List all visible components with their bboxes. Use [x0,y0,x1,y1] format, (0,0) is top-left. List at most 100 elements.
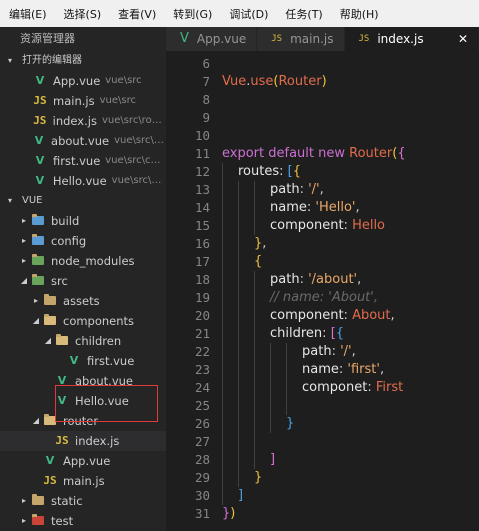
tree-file[interactable]: Vfirst.vue [0,351,166,371]
tab-index-js[interactable]: JS index.js ✕ [344,27,479,51]
chevron-right-icon[interactable]: ▸ [18,251,30,271]
code-line: 18 path: '/about', [166,271,479,289]
chevron-down-icon[interactable]: ◢ [30,311,42,331]
menu-item[interactable]: 帮助(H) [329,6,385,22]
menu-item[interactable]: 选择(S) [53,6,108,22]
code-line: 9 [166,109,479,127]
open-editor-path: vue\src [105,75,142,86]
code-line: 21 children: [{ [166,325,479,343]
menu-item[interactable]: 编辑(E) [0,6,53,22]
code-line: 17 { [166,253,479,271]
indent-guide [254,451,255,469]
js-file-icon: JS [55,434,69,447]
code-token: : [299,272,309,287]
code-token: 'first' [347,362,380,377]
folder-shape [44,314,56,325]
indent-guide [222,199,223,217]
open-editor-item[interactable]: V App.vue vue\src [0,71,166,91]
code-line: 30] [166,487,479,505]
code-text: component: About, [270,307,395,325]
code-token: , [262,236,267,251]
code-line: 23 name: 'first', [166,361,479,379]
chevron-right-icon[interactable]: ▸ [18,211,30,231]
code-token: name [270,200,307,215]
indent-guide [222,307,223,325]
tab-main-js[interactable]: JS main.js [257,27,345,51]
indent-guide [222,379,223,397]
chevron-down-icon[interactable]: ◢ [42,331,54,351]
code-editor[interactable]: 6 7 Vue.use(Router) 8 9 10 11 export default ne… [166,51,479,531]
chevron-down-icon[interactable]: ◢ [18,271,30,291]
indent-guide [238,343,239,361]
code-line: 26} [166,415,479,433]
code-text: path: '/', [270,181,324,199]
code-token: , [390,308,395,323]
code-text: } [254,469,262,487]
code-token: 'Hello' [315,200,356,215]
folder-shape [32,274,44,285]
explorer-title: 资源管理器 [20,32,75,45]
open-editor-item[interactable]: Vfirst.vue vue\src\co... [0,151,166,171]
chevron-right-icon[interactable]: ▸ [18,491,30,511]
tree-file[interactable]: V App.vue [0,451,166,471]
open-editor-path: vue\src [99,95,136,106]
chevron-right-icon[interactable]: ▸ [18,231,30,251]
tree-folder[interactable]: ◢ components [0,311,166,331]
tree-folder[interactable]: ▸ node_modules [0,251,166,271]
indent-guide [222,469,223,487]
folder-shape [32,514,44,525]
indent-guide [270,343,271,361]
line-number: 25 [194,398,210,413]
tree-folder[interactable]: ◢ router [0,411,166,431]
code-text: component: Hello [270,217,385,235]
line-number: 9 [202,110,210,125]
vue-file-icon: V [35,74,45,87]
tree-file[interactable]: JS index.js [0,431,166,451]
code-token: ) [230,506,236,521]
project-header[interactable]: ▾ VUE [0,191,166,211]
tree-file[interactable]: JS main.js [0,471,166,491]
tab-App-vue[interactable]: V App.vue [166,27,258,51]
chevron-right-icon[interactable]: ▸ [30,291,42,311]
indent-guide [254,343,255,361]
code-token: } [254,470,263,485]
indent-guide [222,433,223,451]
code-line: 24 componet: First [166,379,479,397]
tree-file[interactable]: Vabout.vue [0,371,166,391]
line-number: 13 [194,182,210,197]
open-editor-item[interactable]: Vabout.vue vue\src\ro... [0,131,166,151]
chevron-down-icon[interactable]: ◢ [30,411,42,431]
menu-item[interactable]: 任务(T) [274,6,328,22]
tree-folder[interactable]: ◢ children [0,331,166,351]
indent-guide [222,361,223,379]
menu-item[interactable]: 转到(G) [162,6,218,22]
menu-item[interactable]: 查看(V) [107,6,162,22]
open-editors-header[interactable]: ▾ 打开的编辑器 [0,51,166,71]
close-icon[interactable]: ✕ [458,27,468,51]
tree-item-name: main.js [63,474,105,488]
open-editor-item[interactable]: JS index.js vue\src\rou... [0,111,166,131]
open-editor-item[interactable]: V Hello.vue vue\src\c... [0,171,166,191]
tree-file[interactable]: V Hello.vue [0,391,166,411]
open-editor-item[interactable]: JS main.js vue\src [0,91,166,111]
chevron-right-icon[interactable]: ▸ [18,511,30,531]
tree-folder[interactable]: ▸ test [0,511,166,531]
indent-guide [238,253,239,271]
explorer-sidebar: 资源管理器 ▾ 打开的编辑器 V App.vue vue\src JS main.js v… [0,27,166,531]
vue-file-icon: V [35,154,45,167]
indent-guide [254,289,255,307]
code-token: path [270,272,300,287]
code-token: routes [238,164,280,179]
tree-folder[interactable]: ▸ assets [0,291,166,311]
menu-item[interactable]: 调试(D) [218,6,274,22]
code-token: '/about' [308,272,358,287]
vue-file-icon: V [57,374,67,387]
indent-guide [222,415,223,433]
code-line: 7 Vue.use(Router) [166,73,479,91]
code-token: // name: 'About', [270,290,378,305]
tree-folder[interactable]: ▸ static [0,491,166,511]
code-token: component [270,218,344,233]
tree-folder[interactable]: ▸ build [0,211,166,231]
tree-folder[interactable]: ▸ config [0,231,166,251]
tree-folder[interactable]: ◢ src [0,271,166,291]
